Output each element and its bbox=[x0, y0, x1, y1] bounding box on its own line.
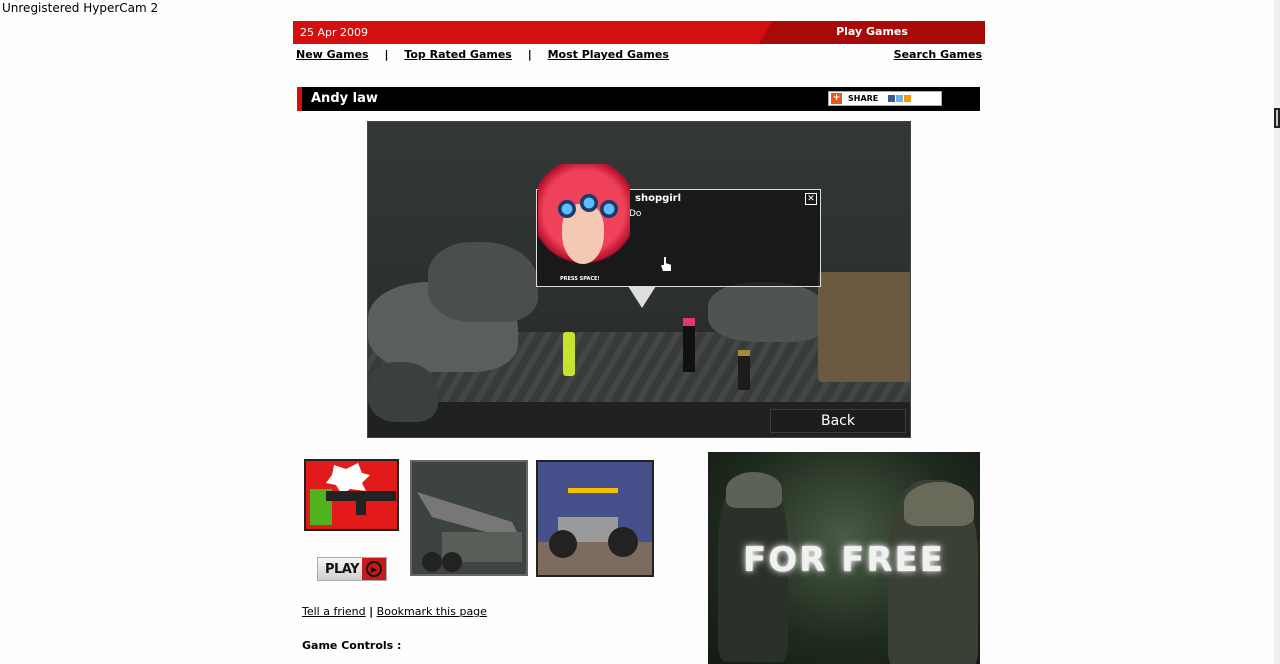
share-links: Tell a friend | Bookmark this page bbox=[302, 605, 487, 618]
share-button[interactable]: + SHARE bbox=[828, 91, 942, 106]
social-icons bbox=[888, 95, 912, 102]
shopgirl-portrait: PRESS SPACE! bbox=[538, 164, 630, 286]
soldier-gun-icon bbox=[310, 463, 396, 525]
game-thumbnail-main[interactable] bbox=[304, 459, 399, 531]
game-title-bar: Andy law + SHARE bbox=[297, 87, 980, 111]
game-canvas[interactable]: shopgirl Do ✕ PRESS SPACE! Back bbox=[367, 121, 911, 438]
dialog-tail bbox=[628, 286, 656, 308]
nav-separator: | bbox=[527, 48, 532, 61]
goggle-icon bbox=[558, 200, 576, 218]
helmet-icon bbox=[726, 472, 782, 508]
play-circle-icon: ▶ bbox=[362, 558, 386, 580]
dialog-speaker-name: shopgirl bbox=[635, 193, 682, 204]
share-plus-icon: + bbox=[831, 93, 842, 104]
goggle-icon bbox=[580, 194, 598, 212]
helicopter-icon bbox=[412, 462, 526, 574]
delicious-icon bbox=[896, 95, 904, 102]
game-title: Andy law bbox=[311, 91, 378, 106]
scrap-pile-right bbox=[708, 282, 828, 342]
play-games-label: Play Games bbox=[836, 25, 908, 38]
scrap-foreground bbox=[368, 362, 438, 422]
digg-icon bbox=[904, 95, 912, 102]
ad-text: FOR FREE bbox=[742, 540, 945, 580]
header-date: 25 Apr 2009 bbox=[300, 26, 369, 39]
buggy-icon bbox=[538, 462, 652, 575]
facebook-icon bbox=[888, 95, 896, 102]
hypercam-watermark: Unregistered HyperCam 2 bbox=[2, 1, 159, 15]
nav-new-games[interactable]: New Games bbox=[296, 48, 369, 61]
shopgirl-character bbox=[683, 318, 695, 372]
play-games-tab[interactable]: Play Games bbox=[759, 21, 985, 44]
play-button[interactable]: PLAY ▶ bbox=[317, 557, 387, 581]
npc-character bbox=[738, 350, 750, 390]
nav-separator: | bbox=[384, 48, 389, 61]
tell-a-friend-link[interactable]: Tell a friend bbox=[302, 605, 366, 618]
scrap-pile-left-2 bbox=[428, 242, 538, 322]
play-label: PLAY bbox=[325, 561, 360, 577]
player-character bbox=[563, 332, 575, 376]
header-bar: 25 Apr 2009 Play Games bbox=[293, 21, 985, 44]
back-button[interactable]: Back bbox=[770, 409, 906, 433]
dialog-text: Do bbox=[629, 209, 642, 219]
press-space-hint: PRESS SPACE! bbox=[560, 276, 600, 282]
scrollbar-thumb[interactable] bbox=[1274, 108, 1280, 128]
game-controls-heading: Game Controls : bbox=[302, 639, 402, 652]
nav-most-played-games[interactable]: Most Played Games bbox=[548, 48, 669, 61]
screenshot-thumbnail-2[interactable] bbox=[536, 460, 654, 577]
page-scrollbar[interactable] bbox=[1274, 0, 1280, 664]
share-label: SHARE bbox=[848, 94, 879, 103]
screenshot-thumbnail-1[interactable] bbox=[410, 460, 528, 576]
advertisement-banner[interactable]: FOR FREE bbox=[708, 452, 980, 664]
main-nav: New Games | Top Rated Games | Most Playe… bbox=[296, 48, 669, 61]
crates bbox=[818, 272, 910, 382]
search-games-link[interactable]: Search Games bbox=[894, 48, 982, 61]
bookmark-link[interactable]: Bookmark this page bbox=[377, 605, 487, 618]
close-icon[interactable]: ✕ bbox=[805, 193, 817, 205]
goggle-icon bbox=[600, 200, 618, 218]
links-separator: | bbox=[369, 605, 374, 618]
nav-top-rated-games[interactable]: Top Rated Games bbox=[404, 48, 512, 61]
helmet-icon bbox=[904, 482, 974, 526]
play-arrow-icon: ▶ bbox=[366, 561, 382, 577]
